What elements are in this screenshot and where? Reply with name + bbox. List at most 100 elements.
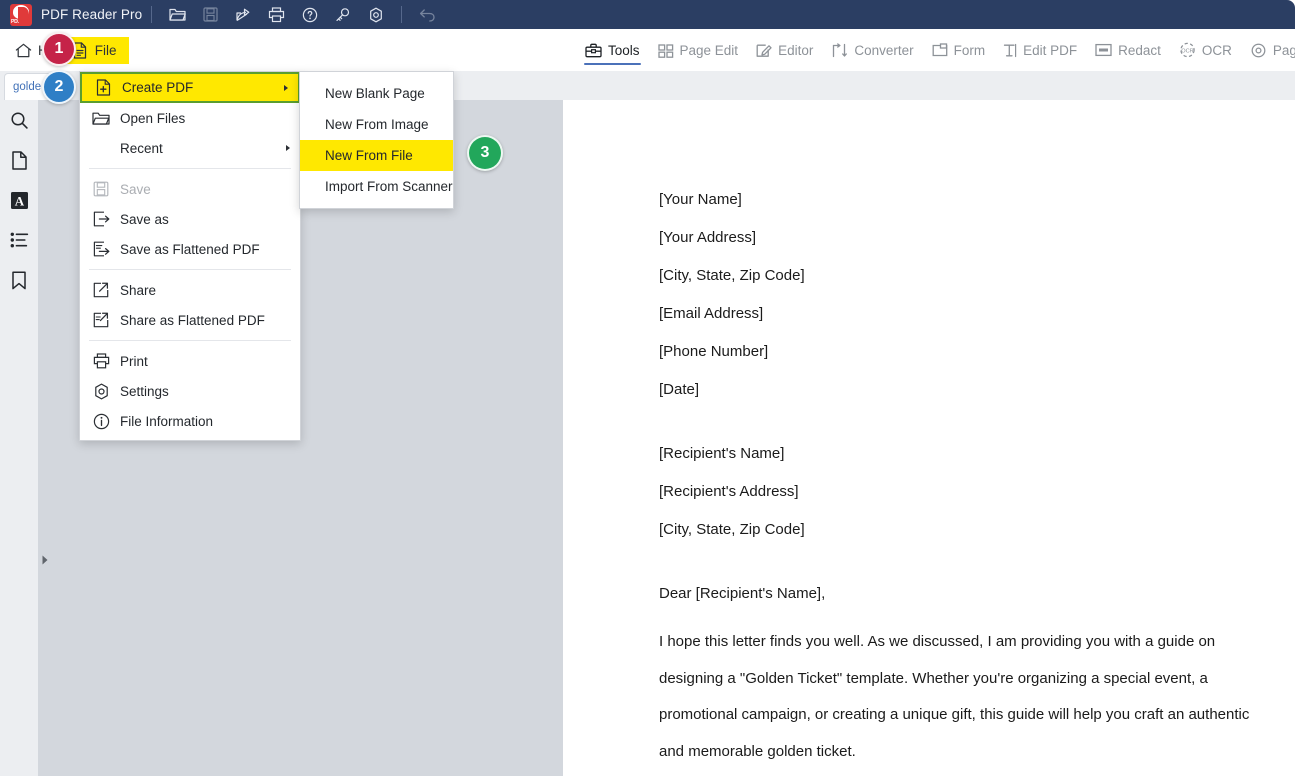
sidebar-item-text[interactable]: A bbox=[0, 180, 38, 220]
open-folder-icon[interactable] bbox=[164, 1, 191, 28]
form-icon bbox=[932, 42, 947, 56]
settings-icon[interactable] bbox=[362, 1, 389, 28]
redact-icon bbox=[1095, 43, 1112, 57]
pdf-page-content: [Your Name] [Your Address] [City, State,… bbox=[563, 100, 1295, 776]
tab-page-edit[interactable]: Page Edit bbox=[649, 29, 748, 71]
doc-line: [Recipient's Address] bbox=[659, 483, 799, 500]
doc-spacer bbox=[659, 560, 1265, 586]
tab-editor[interactable]: Editor bbox=[747, 29, 822, 71]
menu-item-save-as-label: Save as bbox=[120, 211, 169, 227]
tab-converter-label: Converter bbox=[854, 42, 914, 58]
save-as-icon bbox=[90, 208, 112, 230]
sidebar-expand-handle[interactable] bbox=[38, 545, 50, 575]
menu-item-share-as-flattened-pdf[interactable]: Share as Flattened PDF bbox=[80, 305, 300, 335]
tab-redact[interactable]: Redact bbox=[1086, 29, 1170, 71]
menu-item-recent[interactable]: Recent bbox=[80, 133, 300, 163]
menu-item-share[interactable]: Share bbox=[80, 275, 300, 305]
document-tab-label: golde bbox=[13, 81, 42, 93]
tab-tools[interactable]: Tools bbox=[576, 29, 649, 71]
tab-ocr[interactable]: OCR OCR bbox=[1170, 29, 1241, 71]
printer-icon bbox=[90, 350, 112, 372]
left-sidebar-rail: A bbox=[0, 100, 38, 776]
sidebar-item-outline[interactable] bbox=[0, 220, 38, 260]
file-label: File bbox=[94, 42, 117, 58]
menu-item-save-as-flattened-pdf-label: Save as Flattened PDF bbox=[120, 241, 260, 257]
menu-separator bbox=[89, 168, 291, 169]
submenu-item-import-from-scanner[interactable]: Import From Scanner bbox=[300, 171, 453, 202]
tab-form[interactable]: Form bbox=[923, 29, 995, 71]
eye-icon bbox=[1251, 43, 1266, 57]
tab-page-edit-label: Page Edit bbox=[679, 42, 739, 58]
menu-item-file-information[interactable]: File Information bbox=[80, 406, 300, 436]
menu-item-settings[interactable]: Settings bbox=[80, 376, 300, 406]
doc-line: [City, State, Zip Code] bbox=[659, 267, 805, 284]
submenu-item-new-from-file-label: New From File bbox=[325, 148, 413, 163]
app-logo: PDF bbox=[10, 3, 32, 26]
menu-item-open-files-label: Open Files bbox=[120, 110, 186, 126]
menu-item-save-label: Save bbox=[120, 181, 151, 197]
svg-text:A: A bbox=[14, 193, 24, 208]
doc-salutation: Dear [Recipient's Name], bbox=[659, 585, 826, 602]
save-icon bbox=[90, 178, 112, 200]
sidebar-item-thumbnails[interactable] bbox=[0, 140, 38, 180]
doc-line: [Your Address] bbox=[659, 229, 757, 246]
create-pdf-submenu: New Blank Page New From Image New From F… bbox=[299, 71, 454, 209]
pencil-square-icon bbox=[756, 44, 772, 57]
menu-item-save: Save bbox=[80, 174, 300, 204]
menu-item-create-pdf[interactable]: Create PDF bbox=[80, 72, 300, 103]
menu-separator bbox=[89, 269, 291, 270]
pdf-page: [Your Name] [Your Address] [City, State,… bbox=[563, 100, 1295, 776]
help-icon[interactable] bbox=[296, 1, 323, 28]
doc-spacer bbox=[659, 420, 1265, 446]
menu-item-create-pdf-label: Create PDF bbox=[122, 80, 194, 95]
menu-item-save-as[interactable]: Save as bbox=[80, 204, 300, 234]
submenu-item-new-from-image[interactable]: New From Image bbox=[300, 109, 453, 140]
bookmark-icon bbox=[12, 270, 26, 289]
titlebar-divider-2 bbox=[401, 6, 403, 23]
arrows-updown-icon bbox=[833, 42, 848, 57]
step-badge-2: 2 bbox=[42, 70, 76, 104]
title-bar: PDF PDF Reader Pro bbox=[0, 0, 1295, 29]
grid-icon bbox=[657, 43, 673, 58]
submenu-item-new-from-file[interactable]: New From File bbox=[300, 140, 453, 171]
submenu-item-new-from-image-label: New From Image bbox=[325, 117, 429, 132]
doc-line: [Recipient's Name] bbox=[659, 445, 785, 462]
home-icon bbox=[15, 43, 32, 57]
share-arrow-icon bbox=[90, 309, 112, 331]
share-icon[interactable] bbox=[230, 1, 257, 28]
application-window: PDF PDF Reader Pro File Tools Page Edit … bbox=[0, 0, 1295, 776]
menu-item-open-files[interactable]: Open Files bbox=[80, 103, 300, 133]
save-icon bbox=[197, 1, 224, 28]
key-icon[interactable] bbox=[329, 1, 356, 28]
print-icon[interactable] bbox=[263, 1, 290, 28]
app-logo-tag: PDF bbox=[11, 18, 21, 25]
app-title: PDF Reader Pro bbox=[41, 7, 143, 22]
sidebar-item-search[interactable] bbox=[0, 100, 38, 140]
search-icon bbox=[10, 111, 28, 129]
doc-line: [City, State, Zip Code] bbox=[659, 521, 805, 538]
tab-page-display-label: Page Displ bbox=[1272, 42, 1295, 58]
undo-icon bbox=[414, 1, 441, 28]
doc-line: [Email Address] bbox=[659, 305, 764, 322]
ribbon-bar: H File Tools Page Edit Editor Converter bbox=[0, 29, 1295, 71]
chevron-right-icon bbox=[284, 84, 288, 91]
menu-item-recent-label: Recent bbox=[120, 140, 163, 156]
menu-item-print[interactable]: Print bbox=[80, 346, 300, 376]
page-thumbnail-icon bbox=[11, 150, 27, 170]
text-cursor-icon bbox=[1003, 43, 1017, 57]
sidebar-item-bookmarks[interactable] bbox=[0, 260, 38, 300]
menu-item-save-as-flattened-pdf[interactable]: Save as Flattened PDF bbox=[80, 234, 300, 264]
outline-list-icon bbox=[10, 232, 28, 248]
tab-page-display[interactable]: Page Displ bbox=[1241, 29, 1295, 71]
svg-text:OCR: OCR bbox=[1181, 48, 1193, 54]
step-badge-2-number: 2 bbox=[54, 78, 64, 95]
doc-line: [Date] bbox=[659, 381, 700, 398]
doc-paragraph: I hope this letter finds you well. As we… bbox=[659, 633, 1250, 760]
tab-edit-pdf[interactable]: Edit PDF bbox=[994, 29, 1086, 71]
tab-converter[interactable]: Converter bbox=[822, 29, 922, 71]
submenu-item-new-blank-page[interactable]: New Blank Page bbox=[300, 78, 453, 109]
share-arrow-icon bbox=[90, 279, 112, 301]
doc-line: [Phone Number] bbox=[659, 343, 769, 360]
tools-tab-bar: Tools Page Edit Editor Converter Form Ed… bbox=[576, 29, 1295, 71]
doc-line: [Your Name] bbox=[659, 191, 742, 208]
